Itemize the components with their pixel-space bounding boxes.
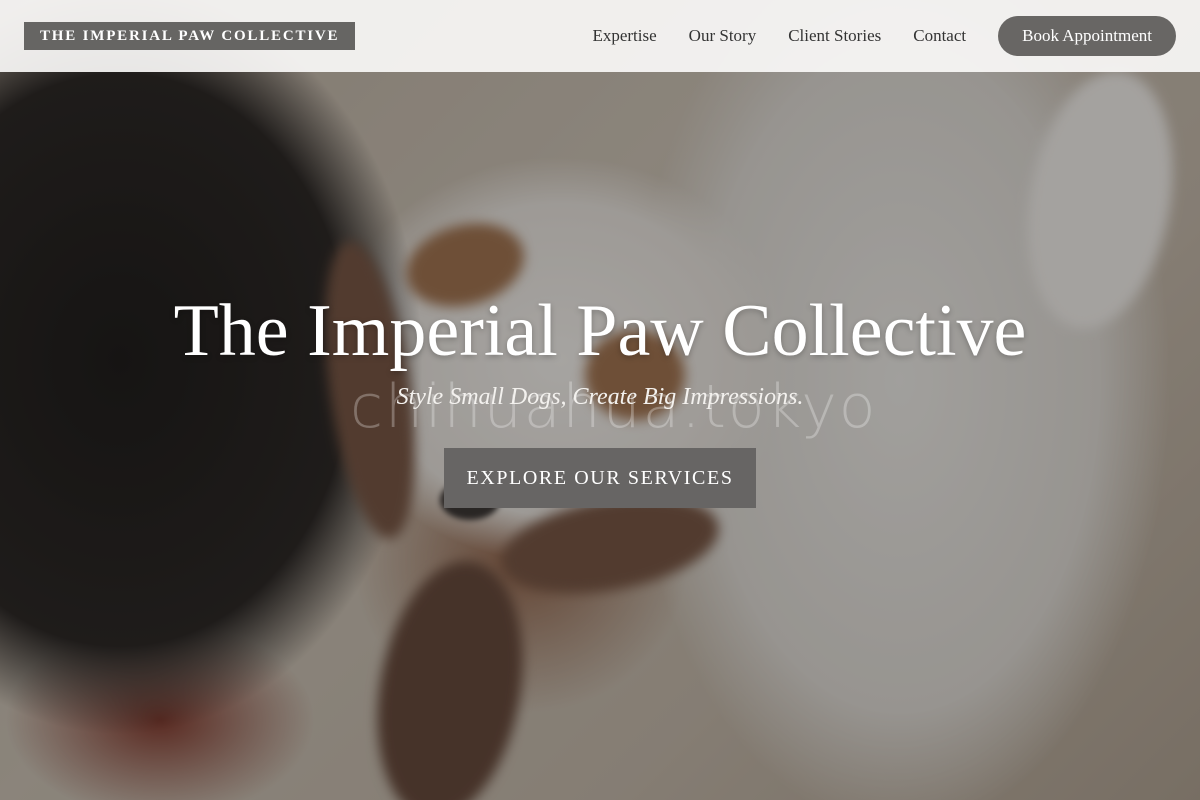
explore-services-button[interactable]: EXPLORE OUR SERVICES (444, 448, 756, 508)
nav-link-contact[interactable]: Contact (913, 26, 966, 46)
hero-title: The Imperial Paw Collective (173, 290, 1027, 372)
hero-section: The Imperial Paw Collective Style Small … (0, 288, 1200, 508)
site-logo[interactable]: THE IMPERIAL PAW COLLECTIVE (24, 22, 356, 50)
nav-link-expertise[interactable]: Expertise (592, 26, 656, 46)
nav-link-our-story[interactable]: Our Story (689, 26, 757, 46)
hero-tagline: Style Small Dogs, Create Big Impressions… (396, 384, 804, 410)
site-header: THE IMPERIAL PAW COLLECTIVE Expertise Ou… (0, 0, 1200, 72)
page: chihuahua.tokyo THE IMPERIAL PAW COLLECT… (0, 0, 1200, 800)
book-appointment-button[interactable]: Book Appointment (998, 16, 1176, 56)
nav-link-client-stories[interactable]: Client Stories (788, 26, 881, 46)
main-nav: Expertise Our Story Client Stories Conta… (560, 16, 1176, 56)
